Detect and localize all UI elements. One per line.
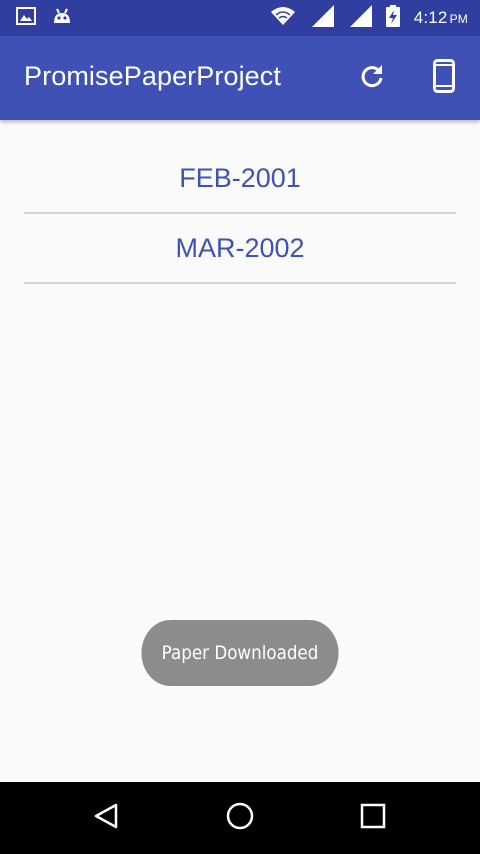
back-button[interactable] bbox=[86, 798, 126, 838]
recents-button[interactable] bbox=[353, 798, 393, 838]
navigation-bar bbox=[0, 782, 480, 854]
list-item[interactable]: FEB-2001 bbox=[24, 144, 456, 214]
clock-time: 4:12 bbox=[413, 8, 448, 27]
clock: 4:12 PM bbox=[414, 8, 468, 28]
refresh-button[interactable] bbox=[352, 58, 392, 98]
status-bar-system: 4:12 PM bbox=[270, 4, 468, 32]
app-title: PromisePaperProject bbox=[24, 61, 282, 91]
home-button[interactable] bbox=[220, 798, 260, 838]
home-icon bbox=[225, 801, 255, 836]
status-bar-notifications bbox=[16, 6, 72, 30]
list-item-label: FEB-2001 bbox=[179, 162, 301, 193]
list-item-label: MAR-2002 bbox=[175, 232, 305, 263]
toast: Paper Downloaded bbox=[141, 620, 339, 686]
battery-charging-icon bbox=[385, 4, 400, 32]
toast-message: Paper Downloaded bbox=[161, 642, 319, 664]
image-notification-icon bbox=[16, 6, 36, 30]
signal-1-icon bbox=[310, 4, 334, 32]
back-icon bbox=[92, 802, 120, 835]
recents-icon bbox=[360, 803, 386, 834]
wifi-icon bbox=[270, 6, 296, 31]
phone-icon bbox=[433, 58, 455, 98]
list-item[interactable]: MAR-2002 bbox=[24, 214, 456, 284]
refresh-icon bbox=[358, 62, 386, 95]
app-bar: PromisePaperProject bbox=[0, 36, 480, 120]
android-notification-icon bbox=[52, 7, 72, 30]
clock-ampm: PM bbox=[449, 12, 468, 26]
phone-button[interactable] bbox=[424, 58, 464, 98]
signal-2-icon bbox=[348, 4, 372, 32]
status-bar: 4:12 PM bbox=[0, 0, 480, 36]
